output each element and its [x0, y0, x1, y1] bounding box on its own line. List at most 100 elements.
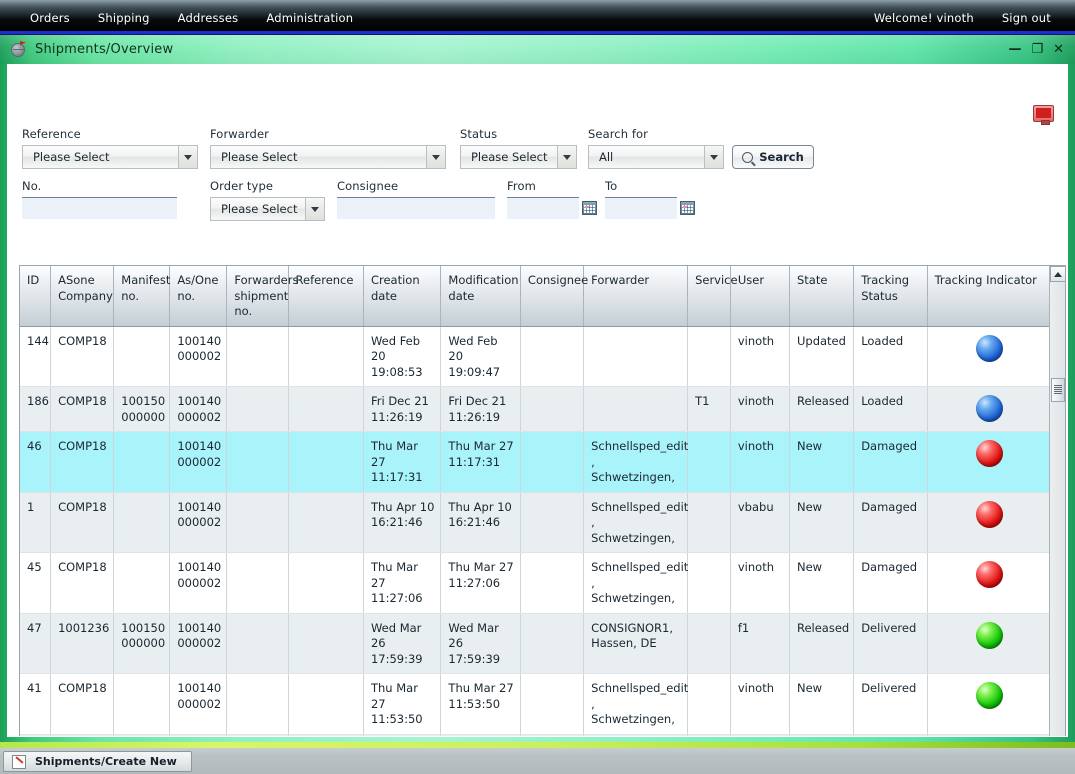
col-modification-date[interactable]: Modification date: [440, 266, 521, 327]
taskbar-item-shipments-create-new[interactable]: Shipments/Create New: [3, 751, 192, 772]
table-row[interactable]: 42COMP18 100140 000002 Thu Mar 27 11:39:23…: [20, 734, 1050, 736]
menu-item-shipping[interactable]: Shipping: [84, 9, 164, 27]
cell-service: [687, 734, 731, 736]
cell-tracking-status: Delivered: [853, 613, 928, 675]
cell-reference: [288, 613, 364, 675]
cell-asone-company: 1001236: [50, 613, 115, 675]
col-creation-date[interactable]: Creation date: [363, 266, 442, 327]
no-input[interactable]: [22, 197, 177, 219]
col-asone-company[interactable]: ASone Company: [50, 266, 115, 327]
vertical-scroll-thumb[interactable]: [1051, 378, 1065, 402]
cell-consignee: [520, 552, 585, 614]
tracking-indicator-red-icon: [975, 561, 1003, 589]
col-tracking-status[interactable]: Tracking Status: [853, 266, 928, 327]
sign-out-link[interactable]: Sign out: [988, 9, 1065, 27]
table-row[interactable]: 47 1001236 100150 000000 100140 000002 Wed M…: [20, 613, 1050, 675]
cell-manifest-no: [113, 492, 171, 554]
status-select-value: Please Select: [471, 150, 548, 164]
cell-state: Released: [789, 613, 855, 675]
minimize-icon[interactable]: —: [1008, 43, 1021, 56]
search-for-label: Search for: [588, 127, 648, 141]
application-window: Shipments/Overview — ❐ ✕ Reference Pleas…: [0, 35, 1075, 746]
reference-select-value: Please Select: [33, 150, 110, 164]
col-id[interactable]: ID: [20, 266, 52, 327]
reference-select[interactable]: Please Select: [22, 145, 198, 169]
menu-item-orders[interactable]: Orders: [16, 9, 84, 27]
chevron-down-icon: [305, 198, 324, 220]
taskbar-item-label: Shipments/Create New: [35, 755, 177, 768]
col-forwarders-shipment-no[interactable]: Forwarders shipment no.: [226, 266, 298, 327]
table-row[interactable]: 186 COMP18 100150 000000 100140 000002 Fri D…: [20, 386, 1050, 433]
table-row[interactable]: 144 COMP18 100140 000002 Wed Feb 20 19:08:5…: [20, 326, 1050, 388]
forwarder-select[interactable]: Please Select: [210, 145, 446, 169]
cell-manifest-no: 100150 000000: [113, 386, 171, 433]
cell-service: [687, 552, 731, 614]
cell-id: 41: [20, 673, 52, 735]
cell-state: New: [789, 673, 855, 735]
no-label: No.: [22, 179, 42, 193]
col-asone-no[interactable]: As/One no.: [169, 266, 228, 327]
scroll-up-button[interactable]: [1050, 266, 1066, 282]
cell-creation-date: Thu Apr 10 16:21:46: [363, 492, 442, 554]
status-select[interactable]: Please Select: [460, 145, 577, 169]
col-state[interactable]: State: [789, 266, 855, 327]
search-button[interactable]: Search: [732, 145, 814, 169]
cell-manifest-no: [113, 673, 171, 735]
cell-consignee: [520, 673, 585, 735]
table-scroll-viewport: ID ASone Company Manifest no. As/One no.…: [20, 266, 1050, 736]
cell-forwarders-shipment-no: [226, 734, 289, 736]
col-reference[interactable]: Reference: [288, 266, 364, 327]
table-row[interactable]: 45 COMP18 100140 000002 Thu Mar 27 11:27:06…: [20, 552, 1050, 614]
monitor-status-icon[interactable]: [1033, 105, 1054, 125]
col-service[interactable]: Service: [687, 266, 738, 327]
cell-tracking-status: Delivered: [853, 673, 928, 735]
menu-item-addresses[interactable]: Addresses: [164, 9, 253, 27]
consignee-input[interactable]: [337, 197, 495, 219]
from-date-input[interactable]: [507, 197, 579, 219]
cell-modification-date: Wed Mar 26 17:59:39: [440, 613, 521, 675]
cell-id: 186: [20, 386, 52, 433]
col-user[interactable]: User: [730, 266, 790, 327]
cell-forwarder: [583, 386, 689, 433]
col-forwarder[interactable]: Forwarder: [583, 266, 689, 327]
vertical-scrollbar[interactable]: [1049, 266, 1066, 736]
restore-icon[interactable]: ❐: [1031, 43, 1043, 56]
table-row[interactable]: 46 COMP18 100140 000002 Thu Mar 27 11:17:31…: [20, 431, 1050, 493]
chevron-down-icon: [178, 146, 197, 168]
search-for-select[interactable]: All: [588, 145, 724, 169]
table-row[interactable]: 41 COMP18 100140 000002 Thu Mar 27 11:53:50…: [20, 673, 1050, 735]
cell-forwarder: Schnellsped_edit , Schwetzingen,: [583, 431, 688, 493]
cell-user: vinoth: [730, 673, 790, 735]
cell-tracking-indicator: [927, 673, 1050, 735]
cell-asone-no: 100140 000002: [169, 431, 228, 493]
calendar-icon-from[interactable]: [582, 201, 597, 215]
order-type-select[interactable]: Please Select: [210, 197, 325, 221]
calendar-icon-to[interactable]: [680, 201, 695, 215]
order-type-label: Order type: [210, 179, 274, 193]
cell-user: f1: [730, 613, 790, 675]
cell-asone-company: COMP18: [50, 386, 115, 433]
forwarder-select-value: Please Select: [221, 150, 298, 164]
cell-asone-no: 100140 000002: [169, 734, 228, 736]
forwarder-label: Forwarder: [210, 127, 269, 141]
cell-tracking-status: Damaged: [853, 552, 928, 614]
to-date-input[interactable]: [605, 197, 677, 219]
cell-asone-company: COMP18: [50, 492, 115, 554]
col-tracking-indicator[interactable]: Tracking Indicator: [927, 266, 1050, 327]
cell-service: [687, 613, 731, 675]
cell-tracking-indicator: [927, 431, 1050, 493]
cell-creation-date: Thu Mar 27 11:17:31: [363, 431, 442, 493]
window-title-bar: Shipments/Overview — ❐ ✕: [0, 35, 1075, 64]
table-row[interactable]: 1 COMP18 100140 000002 Thu Apr 10 16:21:46 T…: [20, 492, 1050, 554]
col-consignee[interactable]: Consignee: [520, 266, 588, 327]
cell-service: [687, 492, 731, 554]
cell-tracking-indicator: [927, 613, 1050, 675]
cell-creation-date: Wed Feb 20 19:08:53: [363, 326, 442, 388]
cell-tracking-status: Delivered: [853, 734, 928, 736]
cell-user: vinoth: [730, 431, 790, 493]
menu-item-administration[interactable]: Administration: [252, 9, 367, 27]
close-icon[interactable]: ✕: [1053, 43, 1064, 56]
col-manifest-no[interactable]: Manifest no.: [113, 266, 170, 327]
cell-modification-date: Thu Mar 27 11:39:23: [440, 734, 521, 736]
cell-modification-date: Thu Mar 27 11:27:06: [440, 552, 521, 614]
